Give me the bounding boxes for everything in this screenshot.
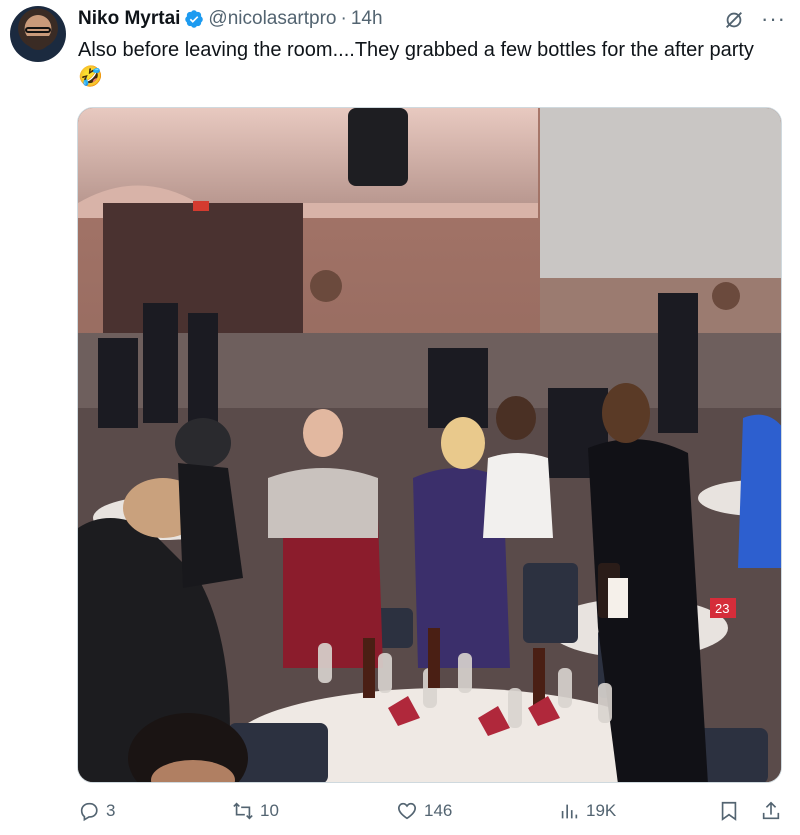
bookmark-icon bbox=[721, 801, 737, 821]
tweet-header: Niko Myrtai @nicolasartpro · 14h bbox=[78, 8, 383, 30]
verified-badge-icon bbox=[184, 9, 204, 29]
views-count: 19K bbox=[586, 801, 617, 820]
reply-count: 3 bbox=[106, 801, 116, 820]
like-button[interactable]: 146 bbox=[396, 800, 452, 822]
views-icon bbox=[561, 804, 578, 819]
bookmark-button[interactable] bbox=[718, 800, 740, 822]
reply-button[interactable]: 3 bbox=[78, 800, 115, 822]
timestamp[interactable]: 14h bbox=[351, 8, 383, 30]
tweet-text: Also before leaving the room....They gra… bbox=[78, 39, 754, 88]
table-number: 23 bbox=[715, 601, 729, 616]
grok-icon[interactable] bbox=[723, 9, 745, 31]
reply-icon bbox=[80, 802, 98, 822]
like-icon bbox=[398, 802, 416, 820]
share-button[interactable] bbox=[760, 800, 782, 822]
author-handle[interactable]: @nicolasartpro bbox=[208, 8, 336, 30]
repost-count: 10 bbox=[260, 801, 279, 820]
repost-icon bbox=[233, 802, 253, 820]
tweet-actions: 3 10 146 19K bbox=[78, 800, 788, 828]
separator: · bbox=[340, 8, 347, 29]
author-name[interactable]: Niko Myrtai bbox=[78, 8, 180, 30]
video-scene: 23 bbox=[78, 108, 781, 782]
like-count: 146 bbox=[424, 801, 453, 820]
more-icon[interactable]: ··· bbox=[761, 6, 786, 32]
repost-button[interactable]: 10 bbox=[232, 800, 279, 822]
views-button[interactable]: 19K bbox=[558, 800, 616, 822]
avatar[interactable] bbox=[10, 6, 66, 62]
share-icon bbox=[762, 801, 780, 820]
avatar-glasses bbox=[25, 27, 51, 33]
avatar-beard bbox=[26, 36, 50, 50]
tweet-video[interactable]: 23 bbox=[77, 107, 782, 783]
